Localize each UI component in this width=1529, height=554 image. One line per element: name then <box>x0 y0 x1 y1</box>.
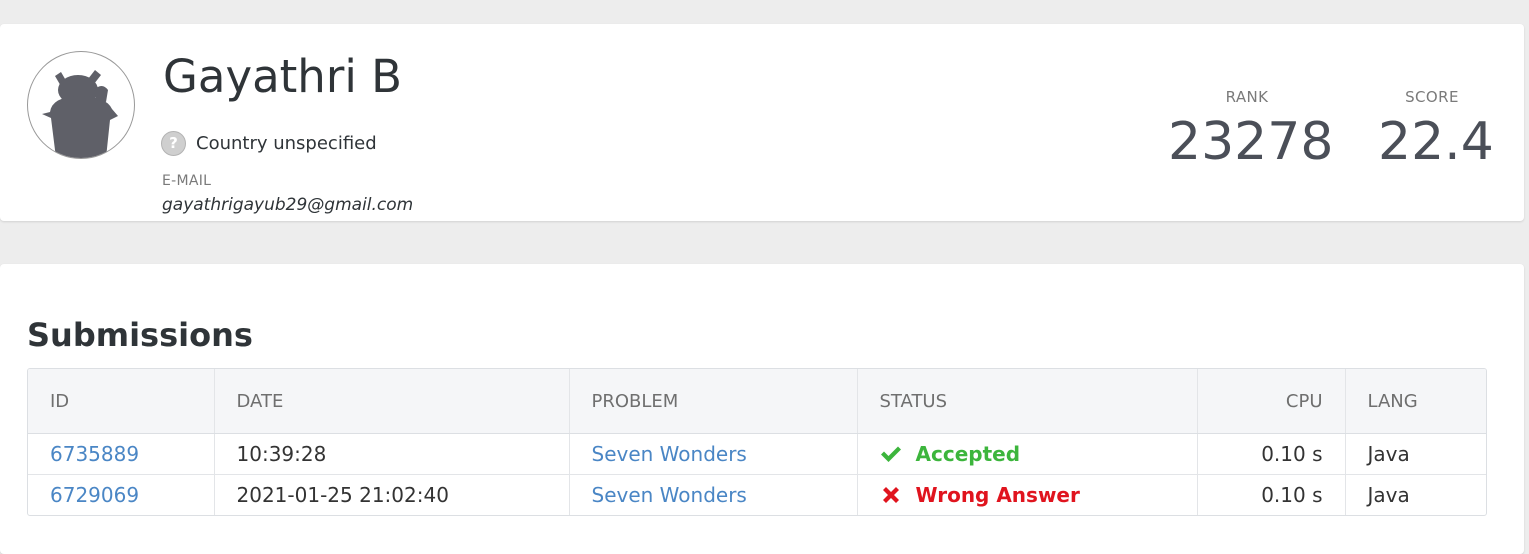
email-label: E-MAIL <box>162 173 212 189</box>
status-label: Accepted <box>915 442 1021 466</box>
check-icon <box>880 445 902 463</box>
status-accepted: Accepted <box>880 442 1175 466</box>
submission-id-link[interactable]: 6735889 <box>50 442 139 466</box>
profile-card: Gayathri B ? Country unspecified E-MAIL … <box>0 24 1524 221</box>
status-wrong-answer: Wrong Answer <box>880 483 1175 507</box>
submission-id-link[interactable]: 6729069 <box>50 483 139 507</box>
column-header-id[interactable]: ID <box>28 369 214 434</box>
country-label: Country unspecified <box>196 132 377 154</box>
column-header-status[interactable]: STATUS <box>856 369 1197 434</box>
score-stat: SCORE 22.4 <box>1378 88 1494 172</box>
column-header-cpu[interactable]: CPU <box>1196 369 1345 434</box>
default-avatar-icon <box>42 70 118 158</box>
submissions-title: Submissions <box>27 316 253 354</box>
problem-link[interactable]: Seven Wonders <box>592 483 747 507</box>
avatar <box>27 51 135 159</box>
question-mark-icon: ? <box>161 130 186 156</box>
score-label: SCORE <box>1405 88 1459 106</box>
column-header-date[interactable]: DATE <box>213 369 569 434</box>
cpu-time: 0.10 s <box>1196 474 1345 515</box>
submissions-table: ID DATE PROBLEM STATUS CPU LANG 6735889 … <box>27 368 1487 516</box>
column-header-lang[interactable]: LANG <box>1344 369 1486 434</box>
submission-date: 2021-01-25 21:02:40 <box>213 474 569 515</box>
table-row: 6729069 2021-01-25 21:02:40 Seven Wonder… <box>28 474 1486 515</box>
submission-date: 10:39:28 <box>213 433 569 475</box>
email-value: gayathrigayub29@gmail.com <box>162 195 414 215</box>
score-value: 22.4 <box>1378 112 1494 172</box>
cross-icon <box>880 486 902 504</box>
rank-value: 23278 <box>1168 112 1334 172</box>
table-header-row: ID DATE PROBLEM STATUS CPU LANG <box>28 369 1486 434</box>
status-label: Wrong Answer <box>915 483 1080 507</box>
rank-stat: RANK 23278 <box>1168 88 1334 172</box>
user-name: Gayathri B <box>163 50 402 103</box>
country: ? Country unspecified <box>161 130 377 156</box>
cpu-time: 0.10 s <box>1196 433 1345 475</box>
language: Java <box>1344 474 1486 515</box>
language: Java <box>1344 433 1486 475</box>
problem-link[interactable]: Seven Wonders <box>592 442 747 466</box>
rank-label: RANK <box>1225 88 1269 106</box>
table-row: 6735889 10:39:28 Seven Wonders Accepted … <box>28 433 1486 475</box>
submissions-card: Submissions ID DATE PROBLEM STATUS CPU L… <box>0 264 1524 554</box>
column-header-problem[interactable]: PROBLEM <box>568 369 857 434</box>
